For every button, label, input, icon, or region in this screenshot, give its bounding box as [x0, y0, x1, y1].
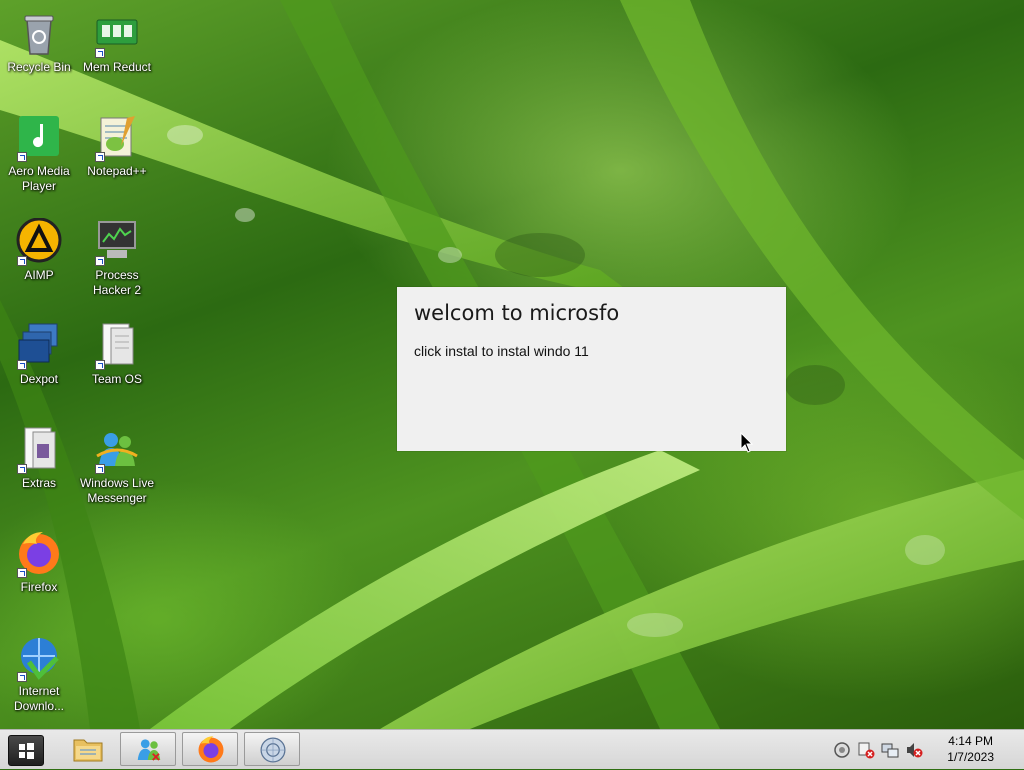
memory-chip-icon: [93, 10, 141, 58]
taskbar-disk-app-button[interactable]: [244, 732, 300, 766]
start-button[interactable]: [8, 735, 44, 766]
shortcut-arrow-icon: [17, 464, 27, 474]
shortcut-arrow-icon: [95, 256, 105, 266]
desktop-icon-recycle-bin[interactable]: Recycle Bin: [0, 10, 78, 75]
icon-label: AIMP: [24, 268, 54, 282]
taskbar-firefox-button[interactable]: [182, 732, 238, 766]
taskbar: 4:14 PM 1/7/2023: [0, 729, 1024, 769]
icon-label: Process Hacker 2: [92, 268, 142, 297]
install-dialog[interactable]: welcom to microsfo click instal to insta…: [397, 287, 786, 451]
desktop-icon-windows-live-messenger[interactable]: Windows Live Messenger: [78, 426, 156, 506]
folder-doc-icon: [93, 322, 141, 370]
disk-globe-icon: [260, 737, 286, 763]
desktop-icon-internet-download-manager[interactable]: Internet Downlo...: [0, 634, 78, 714]
taskbar-file-explorer-button[interactable]: [60, 732, 116, 766]
desktop-icon-aimp[interactable]: AIMP: [0, 218, 78, 283]
monitor-network-icon[interactable]: [881, 741, 899, 759]
desktop-icon-team-os[interactable]: Team OS: [78, 322, 156, 387]
icon-label: Notepad++: [87, 164, 147, 178]
download-globe-icon: [15, 634, 63, 682]
notepad-plus-icon: [93, 114, 141, 162]
network-warning-icon[interactable]: [857, 741, 875, 759]
folder-icon: [73, 739, 103, 762]
desktop-icon-aero-media-player[interactable]: Aero Media Player: [0, 114, 78, 194]
icon-label: Mem Reduct: [82, 60, 152, 74]
icon-label: Firefox: [20, 580, 58, 594]
circle-icon[interactable]: [833, 741, 851, 759]
desktop-icon-extras[interactable]: Extras: [0, 426, 78, 491]
shortcut-arrow-icon: [95, 464, 105, 474]
shortcut-arrow-icon: [17, 256, 27, 266]
clock-time: 4:14 PM: [948, 734, 993, 748]
desktop[interactable]: Recycle Bin Mem Reduct Aero Media Player…: [0, 0, 1024, 729]
firefox-icon: [198, 736, 224, 763]
desktop-icon-notepad-plus[interactable]: Notepad++: [78, 114, 156, 179]
system-clock[interactable]: 4:14 PM 1/7/2023: [947, 733, 994, 765]
firefox-icon: [15, 530, 63, 578]
desktop-icon-dexpot[interactable]: Dexpot: [0, 322, 78, 387]
windows-logo-icon: [19, 743, 34, 759]
aimp-triangle-icon: [15, 218, 63, 266]
shortcut-arrow-icon: [17, 568, 27, 578]
desktop-icon-mem-reduct[interactable]: Mem Reduct: [78, 10, 156, 75]
mouse-cursor-icon: [740, 432, 754, 453]
virtual-desktops-icon: [15, 322, 63, 370]
shortcut-arrow-icon: [95, 48, 105, 58]
icon-label: Dexpot: [19, 372, 59, 386]
icon-label: Recycle Bin: [7, 60, 71, 74]
taskbar-messenger-button[interactable]: [120, 732, 176, 766]
icon-label: Extras: [21, 476, 56, 490]
music-note-icon: [15, 114, 63, 162]
desktop-icon-process-hacker[interactable]: Process Hacker 2: [78, 218, 156, 298]
shortcut-arrow-icon: [17, 152, 27, 162]
shortcut-arrow-icon: [17, 672, 27, 682]
desktop-icon-firefox[interactable]: Firefox: [0, 530, 78, 595]
icon-label: Windows Live Messenger: [79, 476, 155, 505]
dialog-message: click instal to instal windo 11: [414, 343, 589, 359]
icon-label: Internet Downlo...: [13, 684, 65, 713]
folder-doc-icon: [15, 426, 63, 474]
shortcut-arrow-icon: [95, 152, 105, 162]
icon-label: Team OS: [91, 372, 142, 386]
clock-date: 1/7/2023: [947, 750, 994, 764]
messenger-people-icon: [93, 426, 141, 474]
recycle-bin-icon: [15, 10, 63, 58]
monitor-chart-icon: [93, 218, 141, 266]
shortcut-arrow-icon: [17, 360, 27, 370]
messenger-people-icon: [137, 739, 161, 761]
volume-muted-icon[interactable]: [905, 741, 923, 759]
shortcut-arrow-icon: [95, 360, 105, 370]
dialog-title: welcom to microsfo: [414, 301, 620, 325]
icon-label: Aero Media Player: [8, 164, 70, 193]
